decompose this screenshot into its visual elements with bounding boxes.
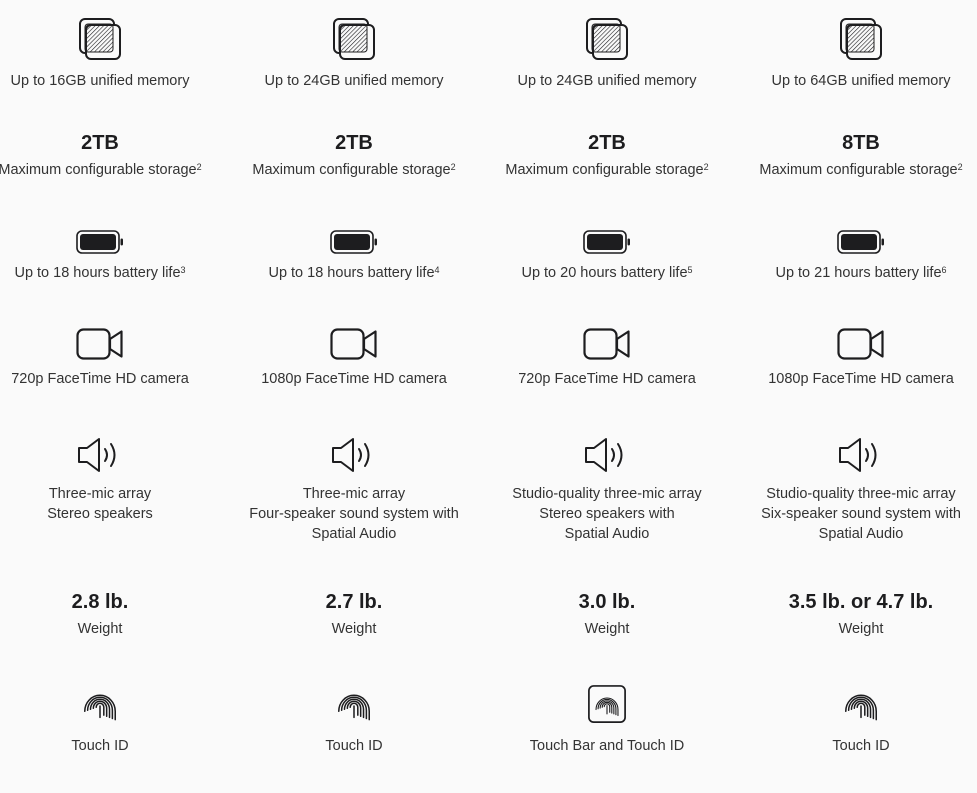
battery-icon: [244, 230, 464, 254]
battery-label: Up to 20 hours battery life: [521, 265, 688, 281]
touch-id-label: Touch ID: [71, 738, 129, 754]
audio-line: Studio-quality three-mic array: [512, 486, 702, 502]
audio-line: Spatial Audio: [818, 526, 904, 542]
speaker-icon: [244, 437, 464, 473]
footnote-mark: 2: [196, 162, 202, 172]
audio-line: Four-speaker sound system with: [249, 506, 459, 522]
storage-value: 8TB: [842, 132, 880, 154]
audio-description: Three-mic array Stereo speakers: [0, 484, 210, 524]
footnote-mark: 6: [941, 265, 947, 275]
audio-line: Stereo speakers: [47, 506, 153, 522]
audio-line: Studio-quality three-mic array: [766, 486, 956, 502]
audio-line: Spatial Audio: [311, 526, 397, 542]
storage-label: Maximum configurable storage: [0, 162, 197, 178]
storage-value: 2TB: [588, 132, 626, 154]
camera-label: 720p FaceTime HD camera: [518, 371, 696, 387]
footnote-mark: 3: [180, 265, 186, 275]
video-camera-icon: [0, 328, 210, 360]
footnote-mark: 2: [450, 162, 456, 172]
audio-description: Studio-quality three-mic array Six-speak…: [751, 484, 971, 544]
touch-bar-fingerprint-icon: [497, 685, 717, 725]
model-column: Up to 24GB unified memory 2TB Maximum co…: [497, 0, 717, 793]
audio-line: Spatial Audio: [564, 526, 650, 542]
memory-label: Up to 24GB unified memory: [517, 73, 697, 89]
weight-value: 2.8 lb.: [71, 591, 129, 613]
fingerprint-icon: [751, 685, 971, 725]
storage-label: Maximum configurable storage: [759, 162, 958, 178]
memory-chip-icon: [0, 17, 210, 61]
model-column: Up to 24GB unified memory 2TB Maximum co…: [244, 0, 464, 793]
touch-id-label: Touch ID: [832, 738, 890, 754]
memory-chip-icon: [497, 17, 717, 61]
weight-value: 3.5 lb. or 4.7 lb.: [788, 591, 934, 613]
storage-value: 2TB: [335, 132, 373, 154]
audio-line: Three-mic array: [302, 486, 406, 502]
model-column: Up to 16GB unified memory 2TB Maximum co…: [0, 0, 210, 793]
audio-description: Three-mic array Four-speaker sound syste…: [244, 484, 464, 544]
weight-value: 2.7 lb.: [325, 591, 383, 613]
audio-line: Three-mic array: [48, 486, 152, 502]
footnote-mark: 5: [687, 265, 693, 275]
weight-label: Weight: [584, 621, 630, 637]
fingerprint-icon: [0, 685, 210, 725]
fingerprint-icon: [244, 685, 464, 725]
storage-label: Maximum configurable storage: [252, 162, 451, 178]
camera-label: 1080p FaceTime HD camera: [768, 371, 954, 387]
camera-label: 1080p FaceTime HD camera: [261, 371, 447, 387]
battery-label: Up to 18 hours battery life: [14, 265, 181, 281]
memory-chip-icon: [751, 17, 971, 61]
touch-id-label: Touch Bar and Touch ID: [529, 738, 685, 754]
video-camera-icon: [751, 328, 971, 360]
memory-label: Up to 24GB unified memory: [264, 73, 444, 89]
audio-line: Six-speaker sound system with: [761, 506, 961, 522]
battery-label: Up to 18 hours battery life: [268, 265, 435, 281]
battery-icon: [751, 230, 971, 254]
memory-chip-icon: [244, 17, 464, 61]
audio-description: Studio-quality three-mic array Stereo sp…: [497, 484, 717, 544]
weight-label: Weight: [838, 621, 884, 637]
storage-label: Maximum configurable storage: [505, 162, 704, 178]
touch-id-label: Touch ID: [325, 738, 383, 754]
footnote-mark: 2: [957, 162, 963, 172]
battery-icon: [497, 230, 717, 254]
model-column: Up to 64GB unified memory 8TB Maximum co…: [751, 0, 971, 793]
audio-line: Stereo speakers with: [539, 506, 675, 522]
battery-label: Up to 21 hours battery life: [775, 265, 942, 281]
video-camera-icon: [244, 328, 464, 360]
memory-label: Up to 64GB unified memory: [771, 73, 951, 89]
memory-label: Up to 16GB unified memory: [10, 73, 190, 89]
storage-value: 2TB: [81, 132, 119, 154]
video-camera-icon: [497, 328, 717, 360]
footnote-mark: 2: [703, 162, 709, 172]
speaker-icon: [497, 437, 717, 473]
weight-label: Weight: [331, 621, 377, 637]
camera-label: 720p FaceTime HD camera: [11, 371, 189, 387]
footnote-mark: 4: [434, 265, 440, 275]
weight-value: 3.0 lb.: [578, 591, 636, 613]
battery-icon: [0, 230, 210, 254]
speaker-icon: [751, 437, 971, 473]
weight-label: Weight: [77, 621, 123, 637]
speaker-icon: [0, 437, 210, 473]
